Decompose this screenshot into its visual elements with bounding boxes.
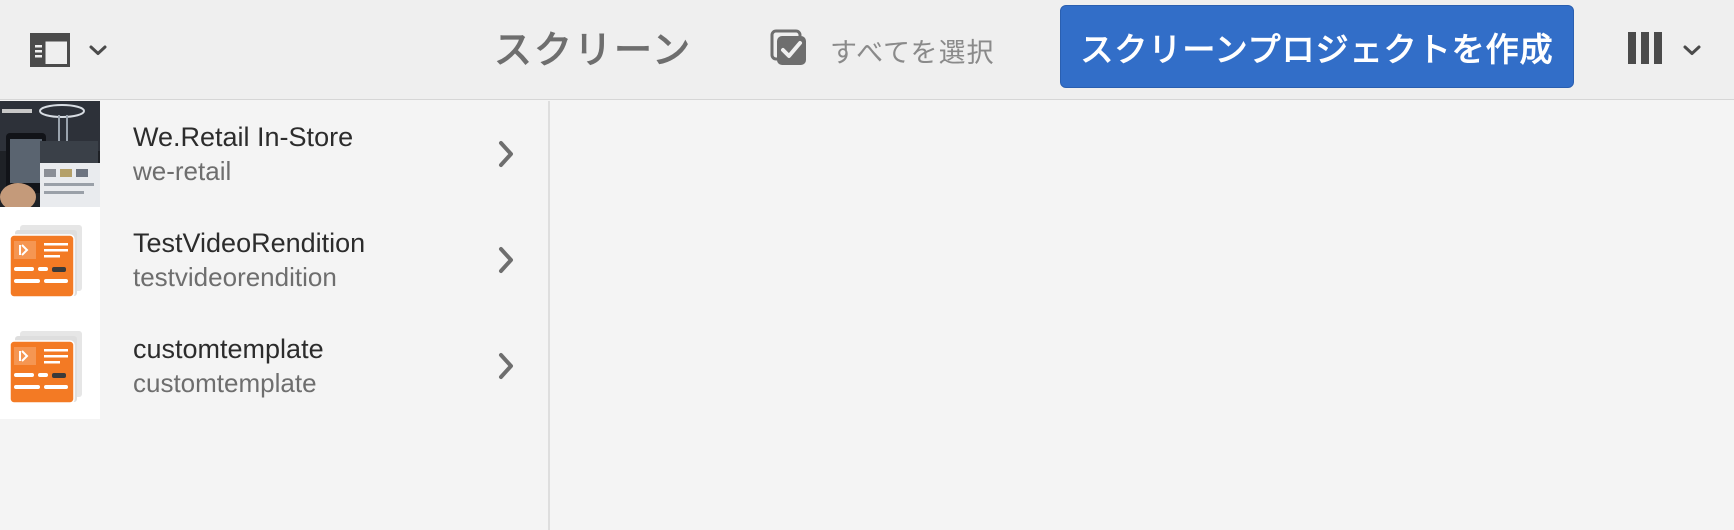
we-retail-thumbnail	[0, 101, 100, 207]
list-item-subtitle: customtemplate	[133, 368, 317, 398]
column-view-icon	[1626, 29, 1664, 71]
chevron-right-icon	[496, 351, 516, 385]
chevron-right-icon	[496, 245, 516, 279]
chevron-down-icon	[88, 44, 108, 56]
action-bar: スクリーン すべてを選択 スクリーンプロジェクトを作成	[0, 0, 1734, 100]
column-view: We.Retail In-Store we-retail TestVideoRe…	[0, 101, 1734, 530]
column-preview-pane	[552, 101, 1734, 530]
list-item-text: We.Retail In-Store we-retail	[133, 120, 550, 188]
list-item-text: customtemplate customtemplate	[133, 332, 550, 400]
column-list: We.Retail In-Store we-retail TestVideoRe…	[0, 101, 550, 530]
rail-toggle-button[interactable]	[30, 26, 130, 74]
rail-left-icon	[30, 33, 70, 67]
page-title: スクリーン	[494, 28, 693, 72]
list-item-title: We.Retail In-Store	[133, 122, 354, 152]
list-item-title: customtemplate	[133, 334, 324, 364]
list-item[interactable]: customtemplate customtemplate	[0, 313, 550, 419]
list-item-text: TestVideoRendition testvideorendition	[133, 226, 550, 294]
select-all-label: すべてを選択	[830, 37, 995, 69]
list-item[interactable]: TestVideoRendition testvideorendition	[0, 207, 550, 313]
chevron-down-icon	[1682, 41, 1702, 60]
list-item-subtitle: we-retail	[133, 156, 232, 186]
list-item-subtitle: testvideorendition	[133, 262, 337, 292]
select-all-button[interactable]: すべてを選択	[770, 26, 995, 74]
view-switcher-button[interactable]	[1626, 26, 1702, 74]
list-item[interactable]: We.Retail In-Store we-retail	[0, 101, 550, 207]
screens-template-thumbnail	[0, 313, 100, 419]
list-item-title: TestVideoRendition	[133, 228, 366, 258]
chevron-right-icon	[496, 139, 516, 173]
create-screens-project-button[interactable]: スクリーンプロジェクトを作成	[1060, 5, 1574, 88]
screens-template-thumbnail	[0, 207, 100, 313]
select-all-checkbox-icon	[770, 29, 808, 71]
